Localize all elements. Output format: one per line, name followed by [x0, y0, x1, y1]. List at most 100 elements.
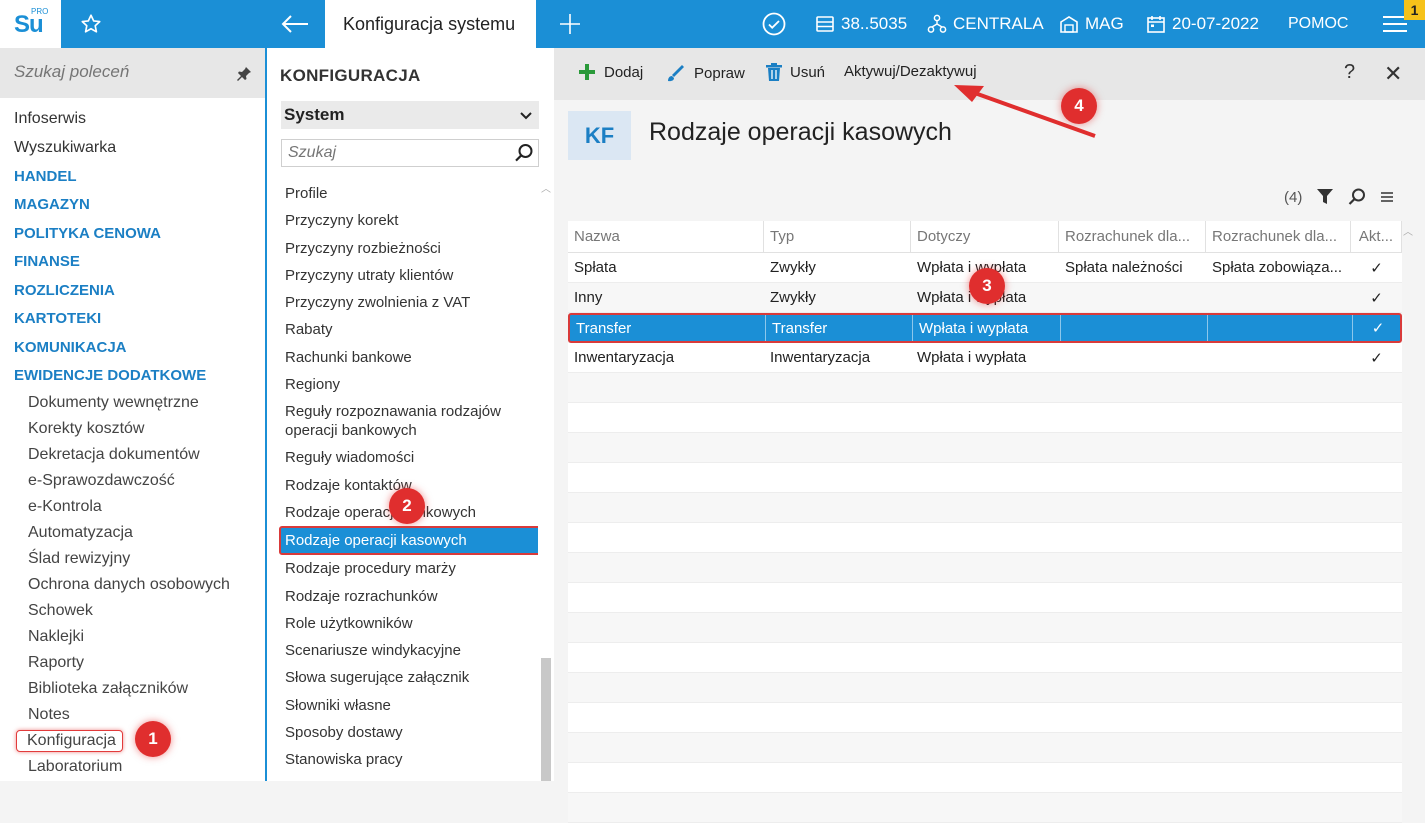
subnav-item-label: Konfiguracja — [16, 730, 123, 752]
tab-system-configuration[interactable]: Konfiguracja systemu — [325, 0, 536, 48]
nav-item-finanse[interactable]: FINANSE — [0, 248, 265, 277]
trash-icon — [766, 63, 782, 81]
sync-status[interactable] — [762, 0, 792, 48]
delete-button-label: Usuń — [790, 63, 826, 81]
nav-item-wyszukiwarka[interactable]: Wyszukiwarka — [0, 134, 265, 163]
nav-item-handel[interactable]: HANDEL — [0, 162, 265, 191]
config-item[interactable]: Przyczyny zwolnienia z VAT — [279, 289, 541, 316]
config-item[interactable]: Scenariusze windykacyjne — [279, 637, 541, 664]
grid-header: Nazwa Typ Dotyczy Rozrachunek dla... Roz… — [568, 221, 1402, 253]
search-icon[interactable] — [1348, 188, 1366, 206]
columns-menu-icon[interactable] — [1380, 190, 1394, 204]
company-indicator[interactable]: 38..5035 — [815, 0, 907, 48]
cell-type: Zwykły — [770, 259, 816, 276]
main-content: Dodaj Popraw Usuń Aktywuj/Dezaktywuj ? ✕… — [554, 48, 1425, 823]
subnav-item[interactable]: Ochrona danych osobowych — [0, 572, 265, 598]
section-select[interactable]: System — [281, 101, 539, 129]
command-search-input[interactable] — [14, 62, 224, 82]
warehouse-indicator[interactable]: MAG — [1059, 0, 1124, 48]
subnav-item[interactable]: Ślad rewizyjny — [0, 546, 265, 572]
nav-item-rozliczenia[interactable]: ROZLICZENIA — [0, 276, 265, 305]
chevron-down-icon — [520, 112, 532, 120]
config-item[interactable]: Role użytkowników — [279, 610, 541, 637]
column-header-name[interactable]: Nazwa — [568, 221, 764, 252]
config-item[interactable]: Słowa sugerujące załącznik — [279, 664, 541, 691]
scrollbar-thumb[interactable] — [541, 658, 551, 781]
company-code: 38..5035 — [841, 14, 908, 33]
subnav-item[interactable]: Korekty kosztów — [0, 416, 265, 442]
nav-item-ewidencje-dodatkowe[interactable]: EWIDENCJE DODATKOWE — [0, 362, 265, 391]
filter-icon[interactable] — [1316, 188, 1334, 206]
cell-settlement-1: Spłata należności — [1065, 259, 1183, 276]
app-logo[interactable]: Su PRO — [0, 0, 61, 48]
nav-item-kartoteki[interactable]: KARTOTEKI — [0, 305, 265, 334]
column-header-active[interactable]: Akt... — [1351, 221, 1402, 252]
config-item[interactable]: Rachunki bankowe — [279, 344, 541, 371]
table-row[interactable]: Inwentaryzacja Inwentaryzacja Wpłata i w… — [568, 343, 1402, 373]
step-marker-1: 1 — [135, 721, 171, 757]
subnav-item[interactable]: Biblioteka załączników — [0, 676, 265, 702]
config-item[interactable]: Słowniki własne — [279, 692, 541, 719]
subnav-item[interactable]: Schowek — [0, 598, 265, 624]
nav-item-komunikacja[interactable]: KOMUNIKACJA — [0, 333, 265, 362]
close-button[interactable]: ✕ — [1384, 61, 1402, 87]
database-icon — [816, 16, 834, 32]
column-header-settlement-2[interactable]: Rozrachunek dla... — [1206, 221, 1351, 252]
subnav-item[interactable]: Laboratorium — [0, 754, 265, 780]
subnav-item[interactable]: e-Sprawozdawczość — [0, 468, 265, 494]
subnav-item[interactable]: Notes — [0, 702, 265, 728]
subnav-item[interactable]: e-Kontrola — [0, 494, 265, 520]
search-icon[interactable] — [514, 143, 534, 163]
config-list-scrollbar[interactable]: ︿ — [538, 178, 554, 781]
subnav-item[interactable]: Automatyzacja — [0, 520, 265, 546]
subnav-item[interactable]: Dekretacja dokumentów — [0, 442, 265, 468]
empty-row — [568, 763, 1402, 793]
config-item[interactable]: Reguły rozpoznawania rodzajów operacji b… — [279, 398, 541, 444]
pin-icon[interactable] — [236, 65, 252, 81]
config-item[interactable]: Stanowiska pracy — [279, 746, 541, 773]
favorites-button[interactable] — [61, 0, 121, 48]
subnav-item[interactable]: Dokumenty wewnętrzne — [0, 390, 265, 416]
step-marker-3: 3 — [969, 268, 1005, 304]
notification-badge[interactable]: 1 — [1404, 0, 1425, 20]
date-indicator[interactable]: 20-07-2022 — [1146, 0, 1259, 48]
scroll-up-icon[interactable]: ︿ — [1403, 223, 1413, 238]
config-item[interactable]: Sposoby dostawy — [279, 719, 541, 746]
table-row-selected[interactable]: Transfer Transfer Wpłata i wypłata ✓ — [568, 313, 1404, 343]
subnav-item[interactable]: Raporty — [0, 650, 265, 676]
branch-indicator[interactable]: CENTRALA — [927, 0, 1044, 48]
config-item[interactable]: Rodzaje procedury marży — [279, 555, 541, 582]
column-header-applies-to[interactable]: Dotyczy — [911, 221, 1059, 252]
new-tab-button[interactable] — [548, 0, 592, 48]
delete-button[interactable]: Usuń — [766, 63, 825, 81]
activate-toggle-button[interactable]: Aktywuj/Dezaktywuj — [844, 63, 977, 80]
nav-item-magazyn[interactable]: MAGAZYN — [0, 191, 265, 220]
config-item[interactable]: Przyczyny korekt — [279, 207, 541, 234]
config-item-selected[interactable]: Rodzaje operacji kasowych — [279, 526, 541, 556]
help-link[interactable]: POMOC — [1288, 0, 1348, 48]
step-marker-2: 2 — [389, 488, 425, 524]
back-button[interactable] — [266, 0, 324, 48]
column-header-type[interactable]: Typ — [764, 221, 911, 252]
scroll-up-icon[interactable]: ︿ — [541, 180, 551, 195]
config-item[interactable]: Przyczyny utraty klientów — [279, 262, 541, 289]
subnav-item[interactable]: Naklejki — [0, 624, 265, 650]
column-header-settlement-1[interactable]: Rozrachunek dla... — [1059, 221, 1206, 252]
edit-button[interactable]: Popraw — [666, 63, 745, 83]
arrow-left-icon — [281, 15, 308, 33]
empty-row — [568, 613, 1402, 643]
config-item[interactable]: Rabaty — [279, 316, 541, 343]
config-search-input[interactable] — [288, 144, 508, 162]
add-button[interactable]: Dodaj — [578, 63, 643, 81]
nav-item-infoserwis[interactable]: Infoserwis — [0, 105, 265, 134]
config-item[interactable]: Rodzaje rozrachunków — [279, 583, 541, 610]
record-count: (4) — [1284, 188, 1303, 206]
help-button[interactable]: ? — [1344, 61, 1355, 84]
nav-item-polityka-cenowa[interactable]: POLITYKA CENOWA — [0, 219, 265, 248]
subnav-item-konfiguracja[interactable]: Konfiguracja — [0, 728, 265, 754]
left-navigation: Infoserwis Wyszukiwarka HANDEL MAGAZYN P… — [0, 48, 265, 781]
config-item[interactable]: Regiony — [279, 371, 541, 398]
config-item[interactable]: Reguły wiadomości — [279, 444, 541, 471]
config-item[interactable]: Przyczyny rozbieżności — [279, 235, 541, 262]
config-item[interactable]: Profile — [279, 180, 541, 207]
